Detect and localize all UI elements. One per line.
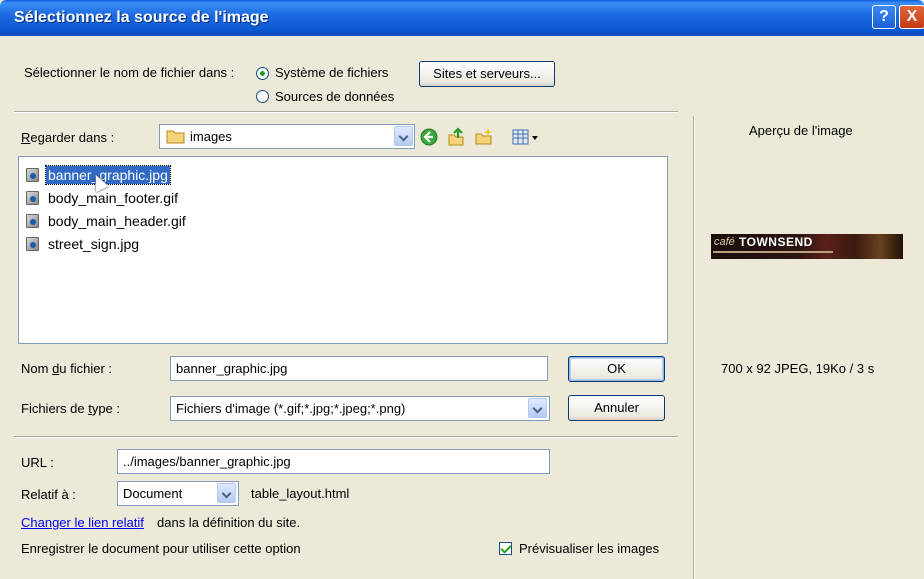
new-folder-icon[interactable] [474,127,494,147]
filetype-label: Fichiers de type : [21,401,121,416]
relative-value: Document [123,486,183,501]
help-button[interactable]: ? [872,5,896,29]
file-list[interactable]: banner_graphic.jpg body_main_footer.gif … [18,156,668,344]
file-name: body_main_footer.gif [48,190,178,206]
up-folder-icon[interactable] [446,127,466,147]
radio-datasources[interactable] [256,90,269,103]
preview-info: 700 x 92 JPEG, 19Ko / 3 s [721,361,875,376]
relative-file: table_layout.html [251,486,350,501]
preview-image: café TOWNSEND [711,234,903,259]
separator [14,111,678,113]
close-button[interactable]: X [899,5,924,29]
source-label: Sélectionner le nom de fichier dans : [24,65,235,80]
preview-panel: Aperçu de l'image café TOWNSEND 700 x 92… [693,116,924,579]
filetype-dropdown-arrow[interactable] [528,398,547,418]
sites-servers-button[interactable]: Sites et serveurs... [419,61,555,87]
file-name: body_main_header.gif [48,213,186,229]
url-input[interactable]: ../images/banner_graphic.jpg [117,449,550,474]
folder-name: images [190,129,232,144]
banner-brand-left: café [714,236,735,248]
image-file-icon [26,237,39,251]
folder-icon [166,130,185,144]
url-label: URL : [21,455,54,470]
image-file-icon [26,168,39,182]
filetype-value: Fichiers d'image (*.gif;*.jpg;*.jpeg;*.p… [176,401,406,416]
file-name: banner_graphic.jpg [45,165,171,185]
lookin-dropdown-arrow[interactable] [394,126,413,146]
view-menu-icon[interactable] [511,127,541,147]
dialog-window: Sélectionnez la source de l'image ? X Sé… [0,0,924,579]
ok-button[interactable]: OK [568,356,665,382]
banner-underline [713,251,833,253]
file-name: street_sign.jpg [48,236,140,252]
preview-heading: Aperçu de l'image [749,123,853,138]
radio-datasources-label[interactable]: Sources de données [275,89,394,104]
lookin-combo[interactable]: images [159,124,415,149]
image-file-icon [26,191,39,205]
title-bar[interactable]: Sélectionnez la source de l'image ? X [0,0,924,36]
change-relative-link[interactable]: Changer le lien relatif [21,515,144,530]
preview-checkbox[interactable] [499,542,512,555]
relative-label: Relatif à : [21,487,76,502]
filename-label: Nom du fichier : [21,361,113,376]
dialog-title: Sélectionnez la source de l'image [14,9,269,26]
banner-brand-right: TOWNSEND [739,235,813,249]
cancel-button[interactable]: Annuler [568,395,665,421]
filename-input[interactable]: banner_graphic.jpg [170,356,548,381]
image-file-icon [26,214,39,228]
preview-checkbox-label[interactable]: Prévisualiser les images [519,541,659,556]
save-note: Enregistrer le document pour utiliser ce… [21,541,301,556]
radio-filesystem-label[interactable]: Système de fichiers [275,65,388,80]
radio-filesystem[interactable] [256,67,269,80]
relative-dropdown-arrow[interactable] [217,483,236,503]
filetype-select[interactable]: Fichiers d'image (*.gif;*.jpg;*.jpeg;*.p… [170,396,550,421]
lookin-label: Regarder dans : [21,130,115,145]
change-link-rest: dans la définition du site. [157,515,301,530]
back-icon[interactable] [419,127,439,147]
separator [14,436,678,438]
